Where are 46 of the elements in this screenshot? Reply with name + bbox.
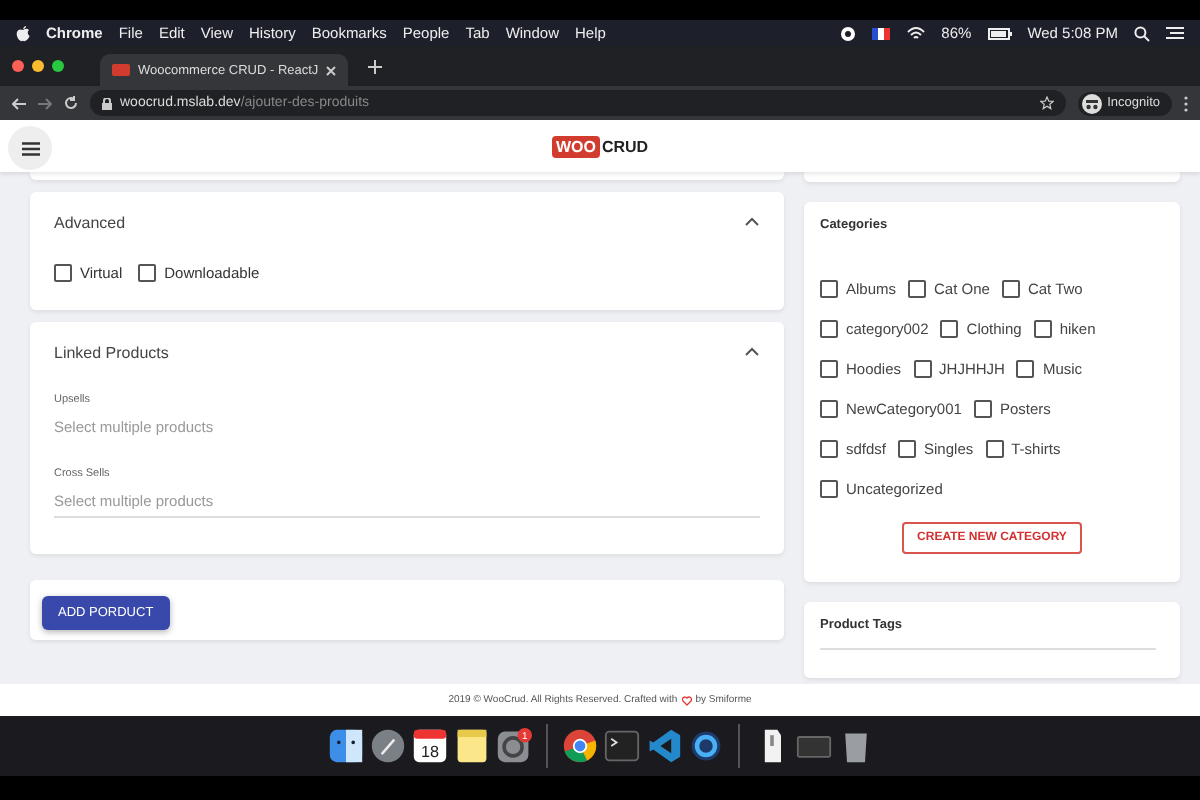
- record-icon[interactable]: [839, 25, 856, 41]
- checkbox[interactable]: [908, 280, 927, 298]
- face-icon[interactable]: [327, 728, 363, 764]
- checkbox[interactable]: [820, 440, 838, 458]
- checkbox[interactable]: [820, 480, 838, 498]
- notepad-icon[interactable]: [453, 728, 489, 764]
- battery-icon[interactable]: [987, 27, 1012, 39]
- checkbox[interactable]: [820, 280, 838, 298]
- checkbox[interactable]: [898, 440, 917, 458]
- apple-icon[interactable]: [16, 25, 30, 41]
- search-icon[interactable]: [1134, 25, 1150, 41]
- panel-title: Linked Products: [54, 343, 169, 361]
- checkbox[interactable]: [54, 264, 72, 282]
- forward-icon[interactable]: [38, 97, 52, 109]
- flag-icon[interactable]: [871, 27, 890, 39]
- list-icon[interactable]: [1166, 26, 1184, 40]
- wifi-icon[interactable]: [905, 25, 926, 41]
- checkbox[interactable]: [1016, 360, 1035, 378]
- menu-icon: [21, 141, 39, 155]
- collapse-icon[interactable]: [744, 346, 760, 358]
- chrome-icon[interactable]: [561, 728, 597, 764]
- collapse-icon[interactable]: [744, 216, 760, 228]
- checkbox[interactable]: [973, 400, 992, 418]
- lock-icon: [102, 97, 112, 109]
- checkbox[interactable]: [940, 320, 959, 338]
- new-tab-icon[interactable]: [368, 59, 383, 73]
- checkbox[interactable]: [913, 360, 932, 378]
- star-icon[interactable]: [1039, 96, 1054, 110]
- incognito-icon: [1081, 93, 1102, 113]
- checkbox[interactable]: [820, 400, 838, 418]
- calendar-icon[interactable]: 18: [411, 728, 447, 764]
- checkbox[interactable]: [138, 264, 157, 282]
- panel-title: Advanced: [54, 213, 126, 231]
- menu-button[interactable]: [8, 126, 52, 170]
- back-icon[interactable]: [12, 97, 26, 109]
- code-editor-icon[interactable]: [645, 728, 681, 764]
- checkbox[interactable]: [820, 360, 838, 378]
- checkbox[interactable]: [1033, 320, 1052, 338]
- reload-icon[interactable]: [64, 96, 78, 110]
- checkbox[interactable]: [1001, 280, 1020, 298]
- logo: WOO CRUD: [551, 135, 649, 157]
- checkbox[interactable]: [985, 440, 1004, 458]
- heart-icon: [681, 695, 692, 705]
- close-icon[interactable]: [326, 65, 337, 75]
- checkbox[interactable]: [820, 320, 838, 338]
- logo-icon: [112, 64, 130, 76]
